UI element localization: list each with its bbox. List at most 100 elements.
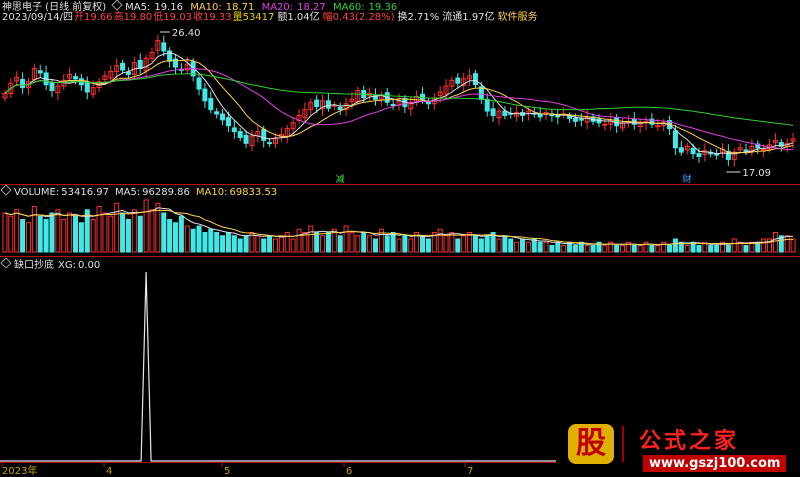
candle-body xyxy=(572,117,578,122)
volume-bar xyxy=(178,215,184,253)
volume-bar xyxy=(61,219,67,253)
volume-bar xyxy=(425,238,431,253)
volume-bar xyxy=(196,225,202,253)
volume-bar xyxy=(396,238,402,253)
candle-body xyxy=(337,106,343,111)
xg-label: XG: xyxy=(58,260,76,271)
volume-bar xyxy=(90,219,96,253)
volume-bar xyxy=(472,235,478,253)
turnover-label: 换 xyxy=(397,12,408,23)
volume-bar xyxy=(308,225,314,253)
settings-diamond-icon[interactable] xyxy=(0,257,12,269)
volume-panel-value: 53416.97 xyxy=(61,187,109,198)
logo-name: 公式之家 xyxy=(639,428,740,454)
candle-body xyxy=(125,71,131,75)
settings-diamond-icon[interactable] xyxy=(111,0,123,11)
volume-bar xyxy=(390,232,396,253)
volume-bar xyxy=(231,235,237,253)
x-tick-label: 6 xyxy=(346,466,352,477)
candle-body xyxy=(37,70,43,74)
volume-bar xyxy=(296,228,302,253)
change-label: 幅 xyxy=(322,12,333,23)
close-label: 收 xyxy=(192,12,203,23)
vol-ma10-value: 69833.53 xyxy=(229,187,278,198)
logo-glyph: 股 xyxy=(568,424,614,464)
low-value: 19.03 xyxy=(163,12,192,23)
candle-body xyxy=(761,148,767,151)
event-mark: 减 xyxy=(336,173,345,185)
volume-bar xyxy=(320,235,326,253)
candle-body xyxy=(484,98,490,112)
volume-bar xyxy=(772,232,778,253)
vol-ma5-value: 96289.86 xyxy=(142,187,190,198)
candle-body xyxy=(455,77,461,84)
volume-bar xyxy=(731,238,737,253)
volume-bar xyxy=(208,228,214,253)
volume-bar xyxy=(484,235,490,253)
candle-body xyxy=(214,111,220,115)
volume-bar xyxy=(420,235,426,253)
logo-divider xyxy=(622,426,624,462)
volume-bar xyxy=(167,219,173,253)
volume-bar xyxy=(31,206,37,253)
volume-bar xyxy=(314,232,320,253)
volume-bar xyxy=(108,215,114,253)
high-value: 19.80 xyxy=(123,12,153,23)
price-chart[interactable]: 26.40 17.09 减 财 2023年 4 5 6 7 xyxy=(0,0,800,477)
volume-bar xyxy=(96,206,102,253)
volume-bar xyxy=(202,232,208,253)
candle-body xyxy=(220,113,226,121)
volume-bar xyxy=(20,219,26,253)
candle-body xyxy=(49,81,55,92)
candle-body xyxy=(672,130,678,149)
candle-body xyxy=(225,117,231,127)
candle-body xyxy=(20,79,26,89)
candle-body xyxy=(472,73,478,86)
volume-bar xyxy=(149,209,155,253)
volume-bar xyxy=(508,238,514,253)
indicator-header: 缺口抄底 XG: 0.00 xyxy=(0,257,104,272)
volume-bar xyxy=(73,215,79,253)
amount-value: 1.04亿 xyxy=(287,12,320,23)
volume-bar xyxy=(502,235,508,253)
turnover-value: 2.71% xyxy=(407,12,440,23)
volume-bar xyxy=(190,228,196,253)
volume-bar xyxy=(714,245,720,253)
volume-bar xyxy=(572,245,578,253)
change-value: 0.43(2.28%) xyxy=(332,12,395,23)
volume-bar xyxy=(514,241,520,253)
candle-body xyxy=(237,131,243,138)
volume-bar xyxy=(696,245,702,253)
candle-body xyxy=(243,134,249,144)
volume-bar xyxy=(25,222,31,253)
volume-bar xyxy=(367,235,373,253)
volume-bar xyxy=(14,209,20,253)
sector-label: 软件服务 xyxy=(497,12,538,23)
candle-body xyxy=(420,93,426,100)
volume-bar xyxy=(355,235,361,253)
volume-bar xyxy=(655,245,661,253)
volume-bar xyxy=(478,238,484,253)
volume-bar xyxy=(78,222,84,253)
x-tick-label: 7 xyxy=(467,466,473,477)
volume-bar xyxy=(55,209,61,253)
indicator-name: 缺口抄底 xyxy=(14,260,54,271)
volume-bar xyxy=(649,245,655,253)
volume-bar xyxy=(284,232,290,253)
candle-body xyxy=(690,147,696,155)
candle-body xyxy=(196,77,202,90)
close-value: 19.33 xyxy=(202,12,232,23)
max-price-label: 26.40 xyxy=(172,28,201,39)
volume-bar xyxy=(602,245,608,253)
settings-diamond-icon[interactable] xyxy=(0,184,12,196)
candle-body xyxy=(231,127,237,133)
volume-bar xyxy=(549,245,555,253)
volume-bar xyxy=(43,219,49,253)
candle-body xyxy=(602,123,608,126)
volume-bar xyxy=(343,225,349,253)
candle-body xyxy=(314,99,320,108)
volume-bar xyxy=(384,235,390,253)
volume-bar xyxy=(361,232,367,253)
candle-body xyxy=(325,100,331,109)
volume-bar xyxy=(243,235,249,253)
